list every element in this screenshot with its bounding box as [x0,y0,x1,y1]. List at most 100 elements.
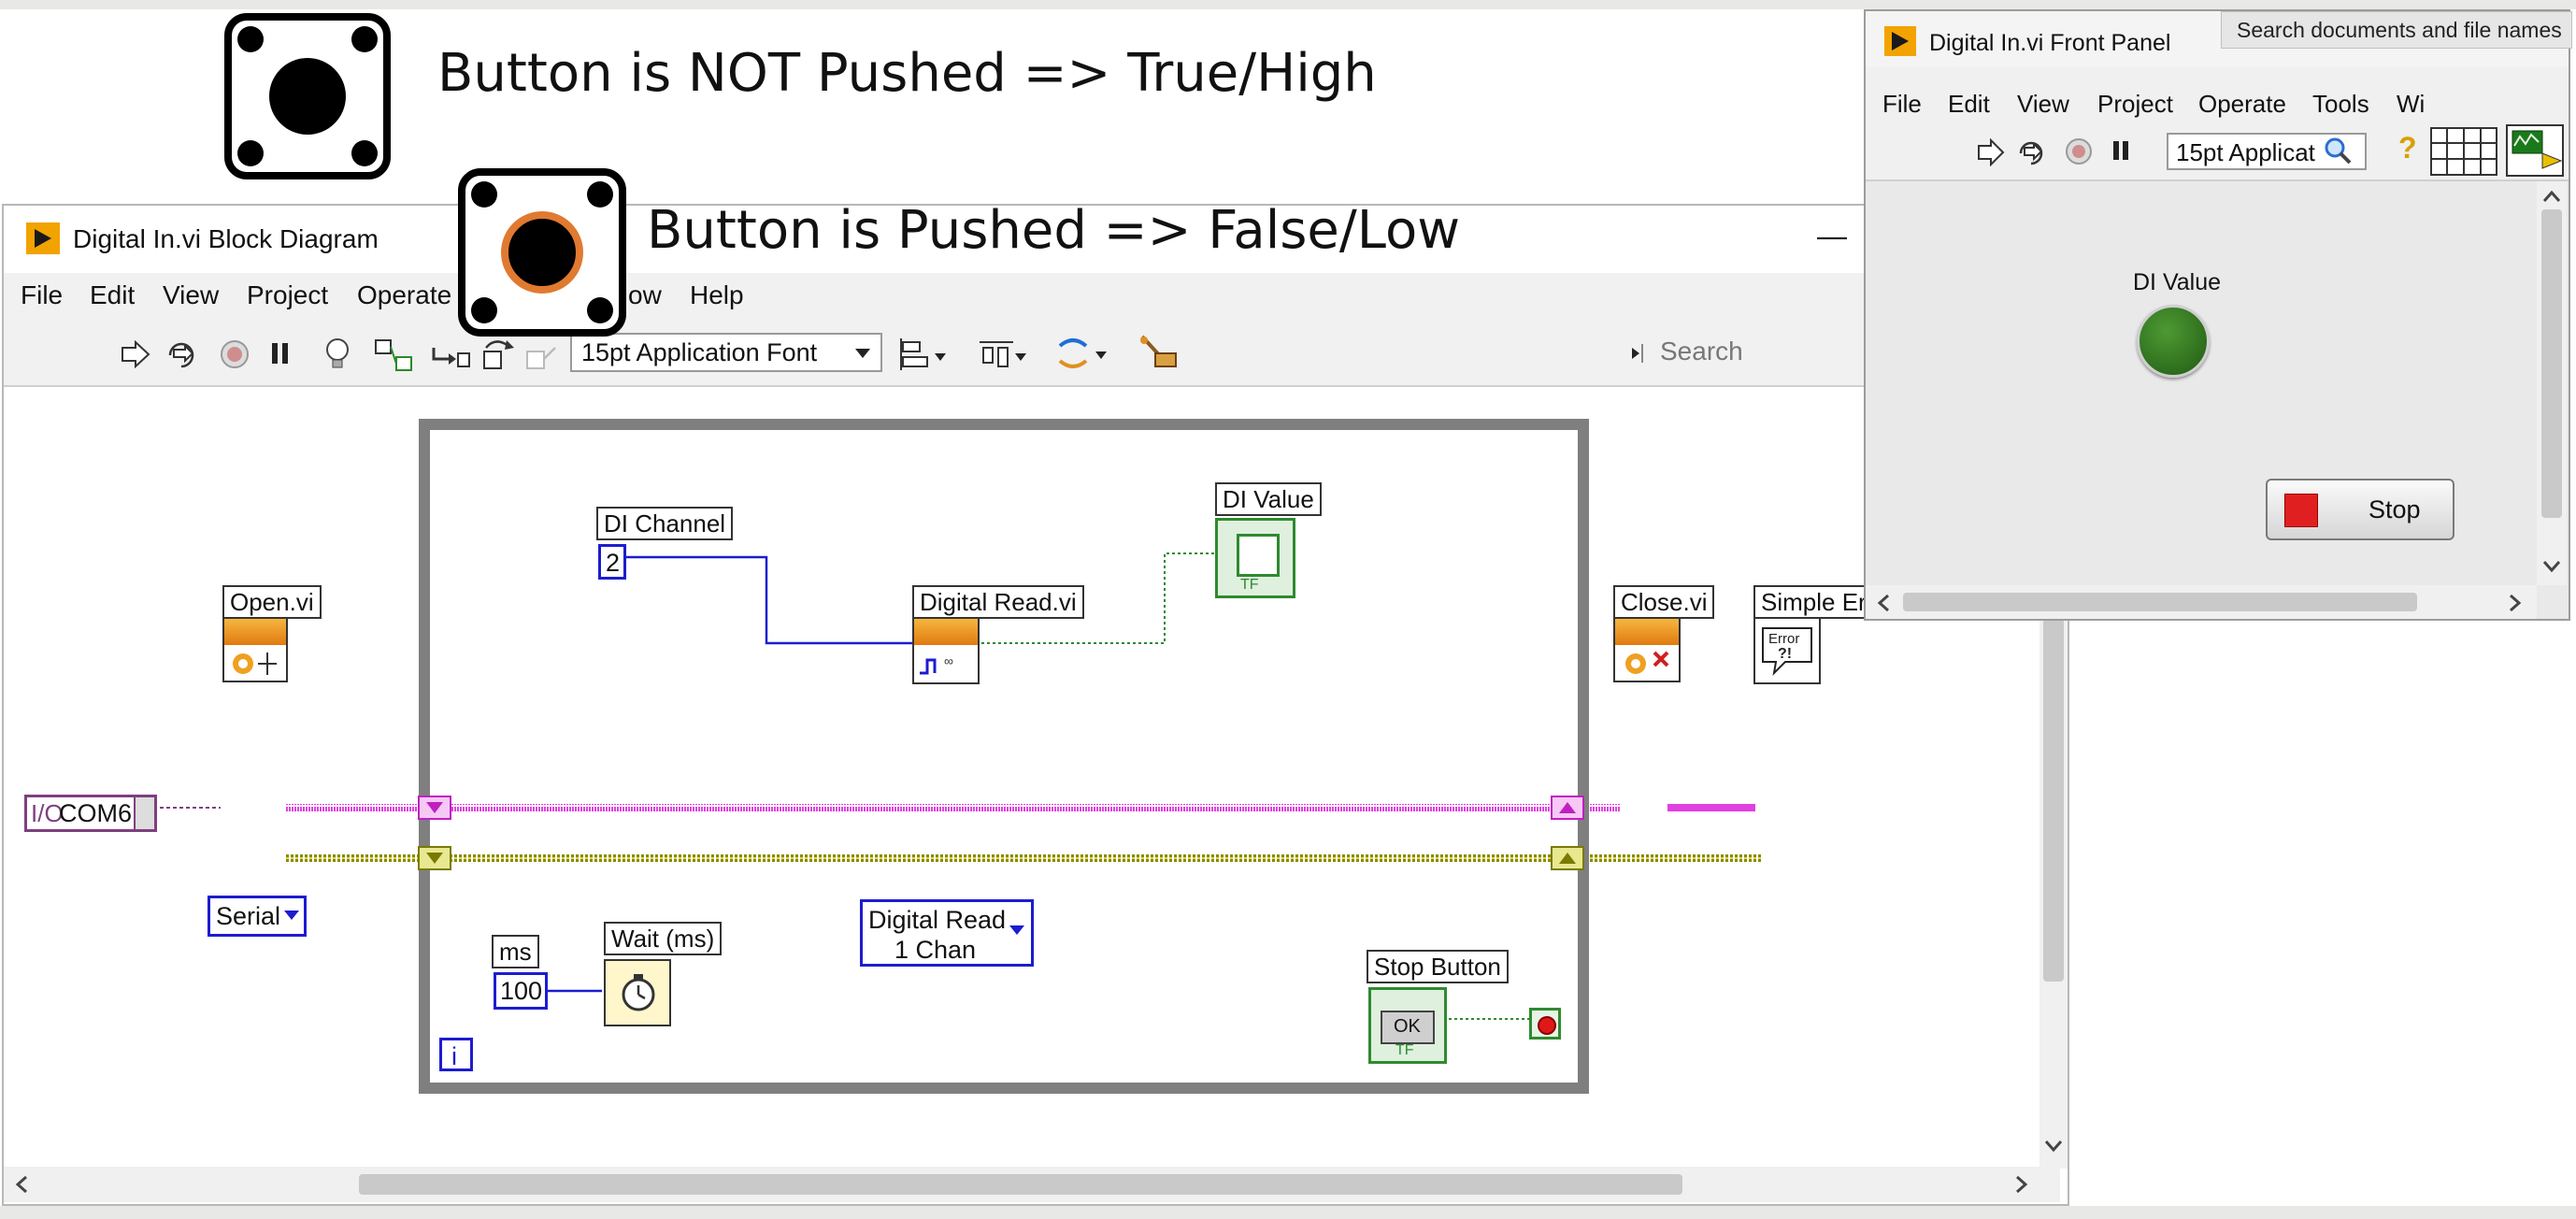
scroll-left-icon[interactable] [13,1174,32,1195]
fp-scroll-right-icon[interactable] [2505,593,2524,613]
fp-pause-icon[interactable] [2111,138,2131,165]
open-vi-header [224,619,286,645]
di-channel-constant[interactable]: 2 [598,544,626,580]
fp-scroll-up-icon[interactable] [2541,187,2562,206]
fp-horizontal-thumb[interactable] [1903,593,2417,611]
loop-condition-terminal[interactable] [1529,1008,1561,1040]
dropdown-icon [855,349,870,358]
shift-register-right-bottom[interactable] [1551,846,1584,870]
vertical-scrollbar[interactable] [2039,542,2068,1169]
wait-ms-value: 100 [500,977,543,1005]
close-vi-node[interactable] [1613,617,1681,682]
run-continuous-icon[interactable] [165,338,198,370]
corner-dot [587,297,613,323]
error-speech-icon: Error?! [1762,627,1812,676]
fp-abort-icon[interactable] [2064,136,2094,166]
step-over-icon[interactable] [480,337,518,372]
fp-menu-tools[interactable]: Tools [2312,90,2369,119]
fp-scroll-left-icon[interactable] [1875,593,1894,613]
connector-pane-icon[interactable] [2430,127,2499,178]
simple-error-node[interactable]: Error?! [1753,617,1821,684]
open-vi-label: Open.vi [222,585,322,619]
menu-edit[interactable]: Edit [90,280,135,310]
ok-button-glyph: OK [1381,1011,1435,1044]
step-into-icon[interactable] [430,340,471,372]
error-text: Error [1768,631,1799,647]
stop-button-terminal[interactable]: OK TF [1368,987,1447,1064]
fp-menu-operate[interactable]: Operate [2198,90,2286,119]
shift-register-left-bottom[interactable] [418,846,451,870]
iteration-glyph: i [451,1042,457,1070]
align-icon[interactable] [899,335,953,372]
fp-menu-edit[interactable]: Edit [1948,90,1990,119]
fp-toolbar: 15pt Applicat ? [1866,123,2569,181]
minimize-button[interactable]: — [1817,219,1847,253]
di-value-tf: TF [1240,577,1259,593]
menu-project[interactable]: Project [247,280,328,310]
pushed-button-diagram [458,168,626,337]
pause-icon[interactable] [269,340,292,368]
stop-button[interactable]: Stop [2266,479,2454,540]
horizontal-scrollbar[interactable] [4,1167,2060,1202]
digital-read-mode-line1: Digital Read [868,906,1007,934]
search-expand-icon[interactable] [1630,344,1645,363]
fp-menu-file[interactable]: File [1882,90,1922,119]
step-out-icon[interactable] [523,337,561,372]
close-vi-icon [1625,651,1669,674]
shift-register-left-top[interactable] [418,796,451,820]
font-selector[interactable]: 15pt Application Font [570,333,882,372]
diagram-canvas [153,419,1761,1094]
fp-menu-project[interactable]: Project [2097,90,2173,119]
error-marks: ?! [1778,646,1792,662]
help-icon[interactable]: ? [2398,131,2417,165]
wait-node[interactable] [604,959,671,1026]
horizontal-scroll-thumb[interactable] [359,1174,1682,1195]
scroll-right-icon[interactable] [2011,1174,2030,1195]
button-cap-pushed [501,211,583,294]
retain-wire-icon[interactable] [374,337,415,374]
fp-scroll-down-icon[interactable] [2541,557,2562,576]
search-field[interactable]: Search [1660,337,1743,366]
iteration-terminal[interactable]: i [439,1038,473,1071]
distribute-icon[interactable] [976,335,1032,372]
fp-menu-view[interactable]: View [2017,90,2069,119]
menu-view[interactable]: View [163,280,219,310]
di-value-terminal[interactable]: TF [1215,518,1295,598]
fp-di-value-label: DI Value [2133,269,2222,295]
menu-file[interactable]: File [21,280,63,310]
open-vi-node[interactable] [222,617,288,682]
menu-window[interactable]: ow [628,280,662,310]
digital-read-mode-enum[interactable]: Digital Read 1 Chan [860,899,1034,967]
shift-register-right-top[interactable] [1551,796,1584,820]
fp-menu-window[interactable]: Wi [2397,90,2425,119]
fp-vertical-thumb[interactable] [2541,209,2562,518]
com-dropdown-icon[interactable] [134,797,154,829]
front-panel-window: Digital In.vi Front Panel File Edit View… [1864,9,2570,621]
fp-title: Digital In.vi Front Panel [1929,30,2171,56]
vi-icon[interactable] [2505,123,2567,179]
menu-operate[interactable]: Operate [357,280,451,310]
button-cap [269,58,346,135]
run-arrow-icon[interactable] [120,340,151,368]
digital-read-node[interactable]: ∞ [912,617,980,684]
wait-label: Wait (ms) [604,922,723,955]
stop-if-true-icon [1538,1016,1556,1035]
fp-vertical-scrollbar[interactable] [2537,181,2567,585]
block-diagram-window: Digital In.vi Block Diagram — File Edit … [2,204,2069,1206]
serial-enum[interactable]: Serial [208,896,307,937]
cleanup-icon[interactable] [1135,331,1181,372]
abort-icon[interactable] [219,338,250,370]
scroll-down-icon[interactable] [2043,1137,2064,1155]
fp-run-arrow-icon[interactable] [1976,138,2006,166]
highlight-bulb-icon[interactable] [323,337,351,372]
search-icon[interactable] [2322,135,2354,166]
fp-horizontal-scrollbar[interactable] [1866,585,2537,619]
labview-icon [26,222,60,254]
com-port-constant[interactable]: I/O COM6 [24,795,157,832]
wait-ms-constant[interactable]: 100 [494,972,548,1010]
annotation-not-pushed: Button is NOT Pushed => True/High [437,43,1377,104]
fp-run-continuous-icon[interactable] [2015,136,2047,166]
annotation-pushed: Button is Pushed => False/Low [647,200,1461,261]
menu-help[interactable]: Help [690,280,744,310]
reorder-icon[interactable] [1054,333,1112,374]
